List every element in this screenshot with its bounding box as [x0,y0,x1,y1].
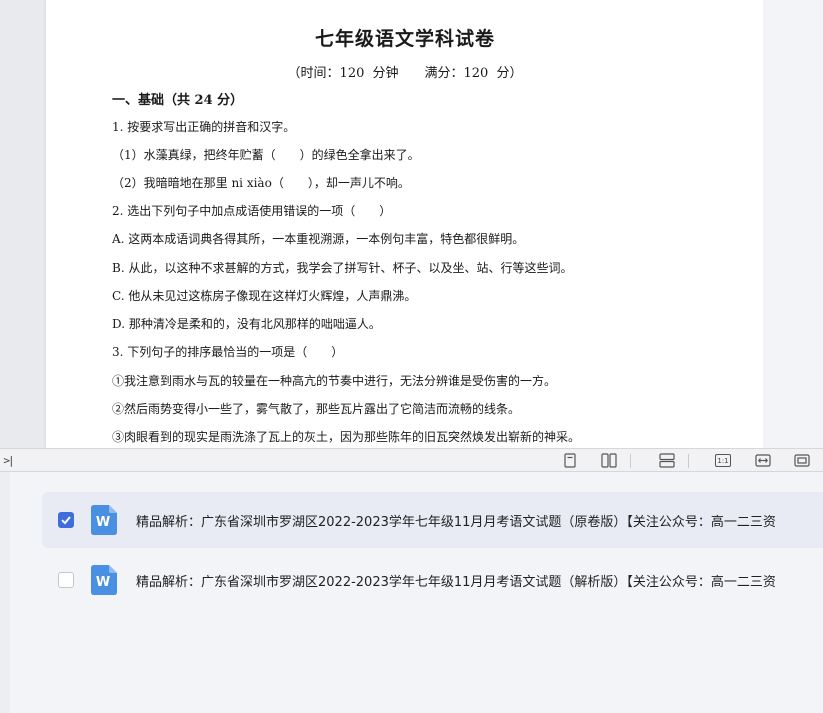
question-line: （1）水藻真绿，把终年贮蓄（ ）的绿色全拿出来了。 [112,148,420,162]
collapse-panel-button[interactable]: >| [0,452,16,469]
question-line: 2. 选出下列句子中加点成语使用错误的一项（ ） [112,204,392,218]
file-checkbox[interactable] [58,512,74,528]
question-line: （2）我暗暗地在那里 ni xiào（ ），却一声儿不响。 [112,176,410,190]
question-line: ③肉眼看到的现实是雨洗涤了瓦上的灰土，因为那些陈年的旧瓦突然焕发出崭新的神采。 [112,430,581,444]
document-title: 七年级语文学科试卷 [314,28,495,50]
preview-margin [763,0,823,448]
section-heading: 一、基础（共 24 分） [112,93,244,108]
single-page-icon [564,453,576,468]
file-checkbox[interactable] [58,572,74,588]
continuous-scroll-icon [659,453,675,468]
word-doc-icon: W [91,505,117,535]
question-line: 1. 按要求写出正确的拼音和汉字。 [112,120,296,134]
question-line: ②然后雨势变得小一些了，雾气散了，那些瓦片露出了它简洁而流畅的线条。 [112,402,521,416]
svg-text:W: W [96,515,110,530]
question-line: B. 从此，以这种不求甚解的方式，我学会了拼写针、杯子、以及坐、站、行等这些词。 [112,261,573,275]
continuous-view-button[interactable] [658,452,676,469]
question-line: ①我注意到雨水与瓦的较量在一种高亢的节奏中进行，无法分辨谁是受伤害的一方。 [112,374,557,388]
toolbar-divider [688,454,689,468]
fit-page-button[interactable] [793,452,811,469]
file-name: 精品解析：广东省深圳市罗湖区2022-2023学年七年级11月月考语文试题（原卷… [136,514,776,530]
preview-toolbar: >| 1:1 [0,448,823,472]
toolbar-divider [630,454,631,468]
sidebar-edge [0,472,10,713]
svg-text:W: W [96,575,110,590]
question-line: C. 他从未见过这栋房子像现在这样灯火辉煌，人声鼎沸。 [112,289,417,303]
actual-size-label: 1:1 [717,456,729,465]
word-doc-icon: W [91,565,117,595]
single-page-view-button[interactable] [561,452,579,469]
fit-page-icon [794,454,810,467]
two-page-view-button[interactable] [600,452,618,469]
question-line: 3. 下列句子的排序最恰当的一项是（ ） [112,345,344,359]
file-row[interactable]: W 精品解析：广东省深圳市罗湖区2022-2023学年七年级11月月考语文试题（… [42,492,823,548]
document-preview[interactable]: 七年级语文学科试卷 （时间：120 分钟 满分：120 分） 一、基础（共 24… [0,0,823,448]
fit-width-button[interactable] [754,452,772,469]
fit-width-icon [755,454,771,467]
collapse-icon: >| [3,454,14,467]
file-row[interactable]: W 精品解析：广东省深圳市罗湖区2022-2023学年七年级11月月考语文试题（… [42,552,823,608]
two-page-icon [601,453,617,468]
question-line: A. 这两本成语词典各得其所，一本重视溯源，一本例句丰富，特色都很鲜明。 [112,232,525,246]
question-line: D. 那种清冷是柔和的，没有北风那样的咄咄逼人。 [112,317,381,331]
document-subtitle: （时间：120 分钟 满分：120 分） [287,66,523,81]
actual-size-icon: 1:1 [715,454,731,467]
actual-size-button[interactable]: 1:1 [714,452,732,469]
file-name: 精品解析：广东省深圳市罗湖区2022-2023学年七年级11月月考语文试题（解析… [136,574,776,590]
document-page: 七年级语文学科试卷 （时间：120 分钟 满分：120 分） 一、基础（共 24… [46,0,764,448]
file-list: W 精品解析：广东省深圳市罗湖区2022-2023学年七年级11月月考语文试题（… [0,472,823,713]
checkmark-icon [61,516,71,525]
